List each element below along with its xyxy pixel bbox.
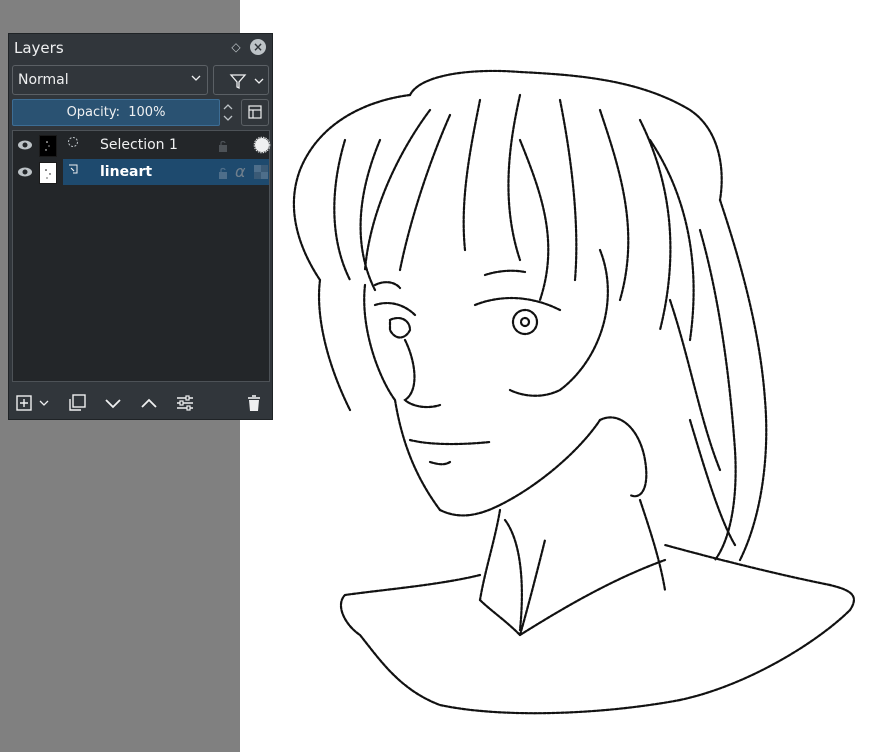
opacity-spinner[interactable]	[221, 99, 235, 126]
layer-thumbnail	[39, 135, 57, 157]
canvas[interactable]	[240, 0, 886, 752]
duplicate-layer-icon[interactable]	[66, 392, 88, 414]
selection-mask-icon	[68, 137, 78, 147]
blend-mode-value: Normal	[18, 72, 69, 88]
layer-thumbnail	[39, 162, 57, 184]
trash-icon[interactable]	[243, 392, 265, 414]
filter-icon	[229, 74, 247, 90]
blend-mode-select[interactable]: Normal	[12, 65, 208, 95]
lineart-drawing	[292, 69, 855, 715]
close-icon[interactable]: ×	[250, 39, 266, 55]
layer-options-button[interactable]	[241, 99, 269, 126]
layer-row-lineart[interactable]: lineart α	[13, 159, 269, 185]
layer-row-selection-1[interactable]: Selection 1	[13, 132, 271, 158]
layer-name[interactable]: Selection 1	[100, 137, 178, 153]
opacity-slider[interactable]: Opacity: 100%	[12, 99, 220, 126]
inherit-alpha-icon[interactable]	[254, 165, 268, 179]
move-up-icon[interactable]	[138, 392, 160, 414]
paint-layer-icon	[69, 164, 78, 174]
alpha-lock-icon[interactable]: α	[235, 162, 246, 181]
eye-icon[interactable]	[17, 138, 33, 152]
filter-button[interactable]	[213, 65, 269, 95]
docker-title: Layers	[14, 39, 64, 57]
layer-list[interactable]: Selection 1 lineart α	[12, 130, 271, 382]
add-layer-icon[interactable]	[14, 392, 36, 414]
chevron-down-icon[interactable]	[38, 392, 50, 414]
lock-icon[interactable]	[218, 167, 228, 179]
move-down-icon[interactable]	[102, 392, 124, 414]
layers-docker: Layers ◇ × Normal Opacity: 100% Selectio…	[8, 33, 273, 420]
active-selection-icon[interactable]	[253, 136, 271, 154]
eye-icon[interactable]	[17, 165, 33, 179]
layer-name[interactable]: lineart	[100, 164, 152, 180]
float-icon[interactable]: ◇	[229, 40, 243, 54]
docker-titlebar[interactable]: Layers ◇ ×	[9, 34, 272, 62]
properties-icon[interactable]	[174, 392, 196, 414]
layer-actions-bar	[9, 388, 272, 416]
lock-icon[interactable]	[218, 140, 228, 152]
chevron-down-icon	[254, 78, 264, 84]
opacity-text: Opacity: 100%	[66, 105, 166, 120]
table-icon	[248, 105, 262, 119]
chevron-down-icon	[191, 75, 201, 81]
